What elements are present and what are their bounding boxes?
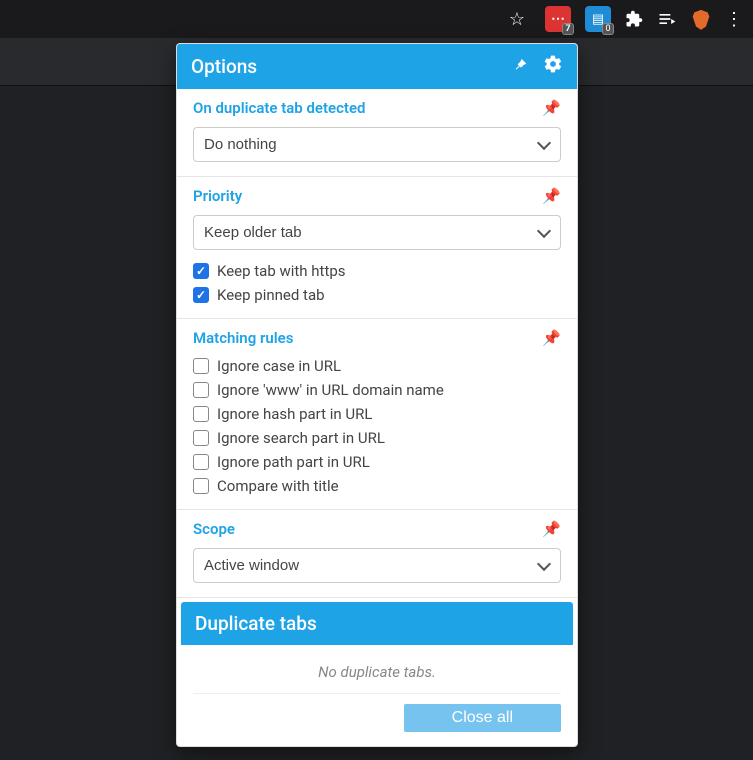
keep-pinned-row[interactable]: Keep pinned tab bbox=[193, 286, 561, 304]
rule-label: Ignore path part in URL bbox=[217, 453, 370, 471]
menu-dots-icon[interactable]: ⋮ bbox=[725, 9, 743, 30]
duplicate-tabs-body: No duplicate tabs. Close all bbox=[177, 645, 577, 746]
bookmark-star-icon[interactable]: ☆ bbox=[509, 9, 525, 30]
options-title: Options bbox=[191, 55, 257, 78]
rule-row[interactable]: Ignore path part in URL bbox=[193, 453, 561, 471]
extension-blue-badge: 0 bbox=[602, 23, 614, 35]
rule-row[interactable]: Compare with title bbox=[193, 477, 561, 495]
duplicate-tabs-header: Duplicate tabs bbox=[181, 602, 573, 645]
brave-shield-icon[interactable] bbox=[691, 8, 711, 30]
checkbox-rule-1[interactable] bbox=[193, 382, 209, 398]
extension-icon-red[interactable]: ⋯ 7 bbox=[545, 6, 571, 32]
matching-rules-title: Matching rules bbox=[193, 329, 293, 347]
no-duplicates-message: No duplicate tabs. bbox=[193, 657, 561, 694]
pin-icon[interactable]: 📌 bbox=[542, 520, 561, 538]
scope-select[interactable]: Active window bbox=[193, 548, 561, 583]
keep-https-row[interactable]: Keep tab with https bbox=[193, 262, 561, 280]
extensions-puzzle-icon[interactable] bbox=[625, 10, 643, 28]
pin-icon[interactable]: 📌 bbox=[542, 99, 561, 117]
extension-red-badge: 7 bbox=[562, 23, 574, 35]
rule-row[interactable]: Ignore search part in URL bbox=[193, 429, 561, 447]
checkbox-rule-2[interactable] bbox=[193, 406, 209, 422]
gear-icon[interactable] bbox=[543, 54, 563, 79]
section-on-duplicate: On duplicate tab detected 📌 Do nothing bbox=[177, 89, 577, 177]
on-duplicate-select[interactable]: Do nothing bbox=[193, 127, 561, 162]
rule-row[interactable]: Ignore hash part in URL bbox=[193, 405, 561, 423]
checkbox-rule-4[interactable] bbox=[193, 454, 209, 470]
priority-title: Priority bbox=[193, 187, 242, 205]
checkbox-rule-3[interactable] bbox=[193, 430, 209, 446]
pin-icon[interactable]: 📌 bbox=[542, 329, 561, 347]
extension-popup: Options On duplicate tab detected 📌 Do n… bbox=[177, 44, 577, 746]
section-scope: Scope 📌 Active window bbox=[177, 510, 577, 598]
on-duplicate-title: On duplicate tab detected bbox=[193, 99, 365, 117]
rule-label: Ignore hash part in URL bbox=[217, 405, 372, 423]
media-control-icon[interactable] bbox=[657, 9, 677, 29]
rule-label: Ignore 'www' in URL domain name bbox=[217, 381, 444, 399]
scope-title: Scope bbox=[193, 520, 235, 538]
pin-icon[interactable]: 📌 bbox=[542, 187, 561, 205]
keep-https-label: Keep tab with https bbox=[217, 262, 346, 280]
browser-toolbar: ☆ ⋯ 7 ▤ 0 ⋮ bbox=[0, 0, 753, 38]
keep-pinned-label: Keep pinned tab bbox=[217, 286, 325, 304]
pin-popup-icon[interactable] bbox=[513, 55, 529, 78]
rule-label: Compare with title bbox=[217, 477, 339, 495]
section-priority: Priority 📌 Keep older tab Keep tab with … bbox=[177, 177, 577, 319]
extension-icon-blue[interactable]: ▤ 0 bbox=[585, 6, 611, 32]
rule-row[interactable]: Ignore case in URL bbox=[193, 357, 561, 375]
duplicate-tabs-title: Duplicate tabs bbox=[195, 612, 317, 635]
checkbox-keep-pinned[interactable] bbox=[193, 287, 209, 303]
priority-select[interactable]: Keep older tab bbox=[193, 215, 561, 250]
rule-label: Ignore case in URL bbox=[217, 357, 341, 375]
rule-label: Ignore search part in URL bbox=[217, 429, 385, 447]
close-all-button[interactable]: Close all bbox=[404, 704, 561, 732]
rule-row[interactable]: Ignore 'www' in URL domain name bbox=[193, 381, 561, 399]
section-matching-rules: Matching rules 📌 Ignore case in URL Igno… bbox=[177, 319, 577, 510]
checkbox-rule-5[interactable] bbox=[193, 478, 209, 494]
checkbox-rule-0[interactable] bbox=[193, 358, 209, 374]
checkbox-keep-https[interactable] bbox=[193, 263, 209, 279]
options-header: Options bbox=[177, 44, 577, 89]
